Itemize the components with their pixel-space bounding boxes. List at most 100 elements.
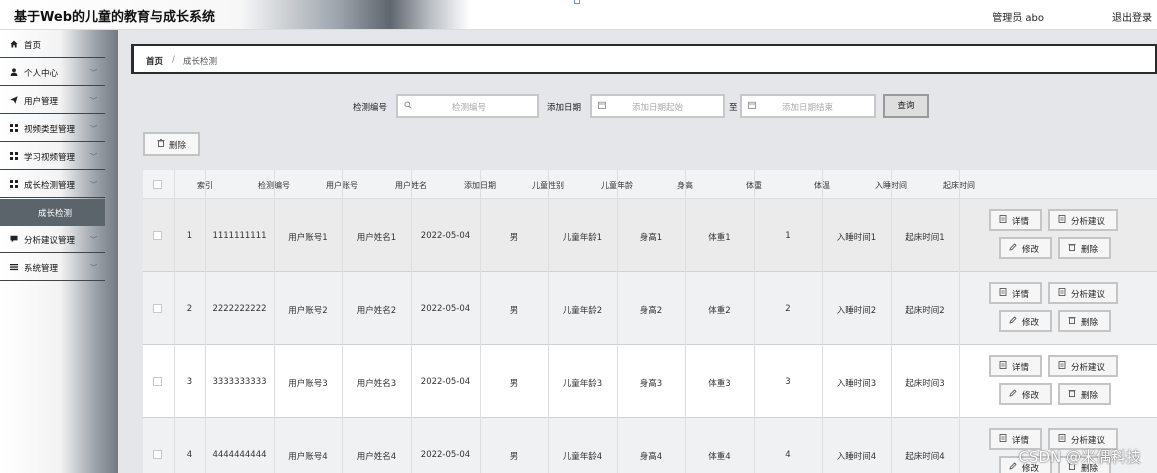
cell-weight: 体重4 <box>708 452 731 462</box>
row-checkbox[interactable] <box>153 231 162 240</box>
cell-code: 3333333333 <box>212 377 267 387</box>
detail-button[interactable]: 详情 <box>989 209 1042 231</box>
cell-code: 1111111111 <box>212 231 267 241</box>
grid-icon <box>10 124 18 132</box>
chevron-down-icon: ﹀ <box>90 125 97 133</box>
list-icon <box>10 263 18 271</box>
chevron-down-icon: ﹀ <box>90 181 97 189</box>
batch-delete-button[interactable]: 删除 <box>143 132 200 156</box>
batch-delete-label: 删除 <box>169 141 187 151</box>
delete-button[interactable]: 删除 <box>1058 237 1111 259</box>
cell-temperature: 3 <box>785 377 791 387</box>
table-row[interactable]: 3 3333333333 用户账号3 用户姓名3 2022-05-04 男儿童年龄3 身高3… <box>143 345 1157 418</box>
cell-gender: 男 <box>509 452 519 462</box>
detail-button-label: 详情 <box>1012 290 1030 300</box>
table-row[interactable]: 4 4444444444 用户账号4 用户姓名4 2022-05-04 男儿童年龄4 身高4… <box>143 418 1157 473</box>
row-checkbox[interactable] <box>153 377 162 386</box>
row-checkbox[interactable] <box>153 450 162 459</box>
cell-date: 2022-05-04 <box>420 304 471 314</box>
document-icon <box>999 288 1007 298</box>
delete-button[interactable]: 删除 <box>1058 383 1111 405</box>
logout-link[interactable]: 退出登录 <box>1112 9 1152 24</box>
cell-weight: 体重2 <box>708 306 731 316</box>
sidebar-item-system-management[interactable]: 系统管理 ﹀ <box>0 254 105 281</box>
edit-button[interactable]: 修改 <box>999 383 1052 405</box>
detail-button[interactable]: 详情 <box>989 355 1042 377</box>
sidebar-item-video-type-management[interactable]: 视频类型管理 ﹀ <box>0 115 105 142</box>
select-all-checkbox[interactable] <box>153 180 162 189</box>
cell-weight: 体重1 <box>708 233 731 243</box>
grid-icon <box>10 180 18 188</box>
edit-icon <box>1009 389 1017 399</box>
sidebar-item-label: 首页 <box>24 41 42 51</box>
document-icon <box>999 215 1007 225</box>
cell-age: 儿童年龄3 <box>562 379 603 389</box>
cell-name: 用户姓名1 <box>356 233 397 243</box>
cell-index: 1 <box>186 231 193 241</box>
cell-age: 儿童年龄1 <box>562 233 603 243</box>
edit-icon <box>1009 243 1017 253</box>
cell-name: 用户姓名3 <box>356 379 397 389</box>
table-row[interactable]: 2 2222222222 用户账号2 用户姓名2 2022-05-04 男儿童年龄2 身高2… <box>143 272 1157 345</box>
sidebar-item-label: 系统管理 <box>24 264 59 274</box>
cell-date: 2022-05-04 <box>420 450 471 460</box>
detail-button-label: 详情 <box>1012 363 1030 373</box>
detail-button-label: 详情 <box>1012 436 1030 446</box>
code-search-input[interactable]: 检测编号 <box>396 94 539 118</box>
cell-gender: 男 <box>509 233 519 243</box>
cell-wake-time: 起床时间4 <box>905 452 945 462</box>
document-icon <box>1058 288 1066 298</box>
cell-date: 2022-05-04 <box>420 231 471 241</box>
analysis-advice-button-label: 分析建议 <box>1071 217 1106 227</box>
breadcrumb-home[interactable]: 首页 <box>146 55 163 67</box>
code-label: 检测编号 <box>353 103 388 113</box>
edit-button[interactable]: 修改 <box>999 237 1052 259</box>
trash-icon <box>1068 243 1076 253</box>
document-icon <box>1058 434 1066 444</box>
document-icon <box>1058 215 1066 225</box>
sidebar-item-label: 个人中心 <box>24 69 59 79</box>
analysis-advice-button[interactable]: 分析建议 <box>1048 209 1118 231</box>
delete-button[interactable]: 删除 <box>1058 310 1111 332</box>
sidebar-item-user-management[interactable]: 用户管理 ﹀ <box>0 87 105 114</box>
top-header: 基于Web的儿童的教育与成长系统 管理员 abo 退出登录 <box>0 0 1157 30</box>
analysis-advice-button-label: 分析建议 <box>1071 290 1106 300</box>
chevron-down-icon: ﹀ <box>90 236 97 244</box>
query-button[interactable]: 查询 <box>883 94 929 118</box>
edit-button-label: 修改 <box>1022 391 1040 401</box>
date-end-input[interactable]: 添加日期结束 <box>740 94 876 118</box>
table-row[interactable]: 1 1111111111 用户账号1 用户姓名1 2022-05-04 男儿童年龄1 身高1… <box>143 199 1157 272</box>
edit-button[interactable]: 修改 <box>999 310 1052 332</box>
analysis-advice-button[interactable]: 分析建议 <box>1048 355 1118 377</box>
detail-button[interactable]: 详情 <box>989 282 1042 304</box>
sidebar-item-personal-center[interactable]: 个人中心 ﹀ <box>0 59 105 86</box>
current-user: 管理员 abo <box>992 13 1044 24</box>
date-start-input[interactable]: 添加日期起始 <box>590 94 725 118</box>
analysis-advice-button-label: 分析建议 <box>1071 363 1106 373</box>
delete-button-label: 删除 <box>1081 391 1099 401</box>
cell-temperature: 4 <box>785 450 791 460</box>
sidebar: 首页 个人中心 ﹀ 用户管理 ﹀ 视频类型管理 ﹀ 学习视频管理 ﹀ 成长检测管… <box>0 30 118 473</box>
sidebar-item-growth-detection-management[interactable]: 成长检测管理 ﹀ <box>0 171 105 198</box>
cell-sleep-time: 入睡时间2 <box>836 306 877 316</box>
row-checkbox[interactable] <box>153 304 162 313</box>
document-icon <box>999 434 1007 444</box>
cell-index: 4 <box>186 450 193 460</box>
sidebar-item-analysis-advice-management[interactable]: 分析建议管理 ﹀ <box>0 226 105 253</box>
send-icon <box>10 96 18 104</box>
top-marker <box>574 0 580 4</box>
breadcrumb-separator: / <box>172 55 175 65</box>
date-start-placeholder: 添加日期起始 <box>632 103 684 113</box>
trash-icon <box>157 139 165 150</box>
sidebar-item-learning-video-management[interactable]: 学习视频管理 ﹀ <box>0 143 105 170</box>
date-label: 添加日期 <box>547 103 582 113</box>
delete-button-label: 删除 <box>1081 245 1099 255</box>
cell-gender: 男 <box>509 306 519 316</box>
edit-icon <box>1009 462 1017 472</box>
sidebar-item-label: 学习视频管理 <box>24 153 76 163</box>
sidebar-item-home[interactable]: 首页 <box>0 31 105 58</box>
sidebar-subitem-growth-detection[interactable]: 成长检测 <box>0 199 105 226</box>
analysis-advice-button[interactable]: 分析建议 <box>1048 282 1118 304</box>
cell-account: 用户账号2 <box>288 306 328 316</box>
cell-index: 3 <box>186 377 193 387</box>
